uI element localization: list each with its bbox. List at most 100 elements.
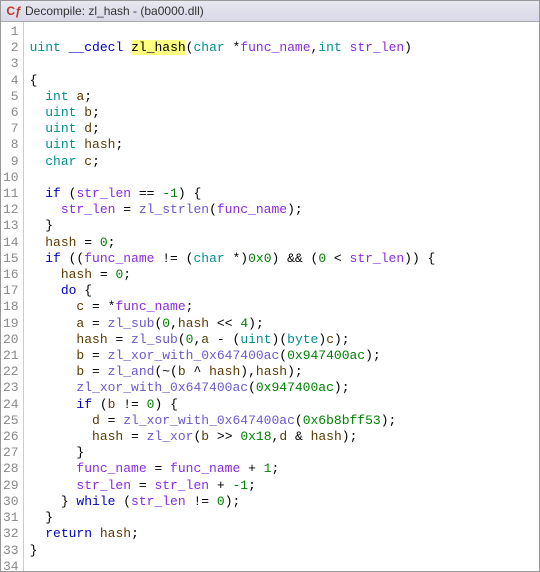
code-token: uint bbox=[45, 121, 76, 136]
code-token: a bbox=[201, 332, 209, 347]
code-line[interactable]: int a; bbox=[30, 89, 533, 105]
line-number: 2 bbox=[3, 40, 19, 56]
code-line[interactable]: hash = zl_xor(b >> 0x18,d & hash); bbox=[30, 429, 533, 445]
code-line[interactable]: } while (str_len != 0); bbox=[30, 494, 533, 510]
code-token: uint bbox=[30, 40, 61, 55]
code-token: b bbox=[201, 429, 209, 444]
code-token: char bbox=[45, 154, 76, 169]
code-token: hash bbox=[61, 267, 92, 282]
code-token bbox=[30, 235, 46, 250]
code-token bbox=[30, 105, 46, 120]
code-token: ; bbox=[248, 478, 256, 493]
code-line[interactable]: uint d; bbox=[30, 121, 533, 137]
line-number: 28 bbox=[3, 461, 19, 477]
code-line[interactable]: if ((func_name != (char *)0x0) && (0 < s… bbox=[30, 251, 533, 267]
code-line[interactable]: d = zl_xor_with_0x647400ac(0x6b8bff53); bbox=[30, 413, 533, 429]
titlebar[interactable]: Cƒ Decompile: zl_hash - (ba0000.dll) bbox=[1, 1, 539, 22]
code-token: == bbox=[131, 186, 162, 201]
code-token: str_len bbox=[350, 40, 405, 55]
code-token: != bbox=[115, 397, 146, 412]
code-line[interactable]: uint __cdecl zl_hash(char *func_name,int… bbox=[30, 40, 533, 56]
code-token: -1 bbox=[162, 186, 178, 201]
line-number: 11 bbox=[3, 186, 19, 202]
code-line[interactable]: } bbox=[30, 218, 533, 234]
code-token: hash bbox=[92, 429, 123, 444]
code-line[interactable]: { bbox=[30, 73, 533, 89]
code-line[interactable] bbox=[30, 24, 533, 40]
line-number: 33 bbox=[3, 543, 19, 559]
code-token: ( bbox=[248, 380, 256, 395]
code-token bbox=[30, 267, 61, 282]
code-line[interactable]: zl_xor_with_0x647400ac(0x947400ac); bbox=[30, 380, 533, 396]
code-line[interactable]: uint b; bbox=[30, 105, 533, 121]
code-pane[interactable]: uint __cdecl zl_hash(char *func_name,int… bbox=[24, 22, 539, 571]
code-token: ( bbox=[178, 332, 186, 347]
line-number: 15 bbox=[3, 251, 19, 267]
code-token: - ( bbox=[209, 332, 240, 347]
code-line[interactable]: } bbox=[30, 543, 533, 559]
code-token: str_len bbox=[154, 478, 209, 493]
code-token: hash bbox=[84, 137, 115, 152]
code-token: = bbox=[115, 202, 138, 217]
line-number: 24 bbox=[3, 397, 19, 413]
code-line[interactable]: uint hash; bbox=[30, 137, 533, 153]
code-token: } bbox=[30, 494, 77, 509]
code-token: ); bbox=[365, 348, 381, 363]
code-token: != bbox=[186, 494, 217, 509]
code-line[interactable]: hash = 0; bbox=[30, 235, 533, 251]
code-token: )( bbox=[272, 332, 288, 347]
code-line[interactable]: a = zl_sub(0,hash << 4); bbox=[30, 316, 533, 332]
code-token: d bbox=[84, 121, 92, 136]
code-token: ); bbox=[381, 413, 397, 428]
line-number: 27 bbox=[3, 445, 19, 461]
code-token: if bbox=[76, 397, 92, 412]
code-token: func_name bbox=[84, 251, 154, 266]
code-token: = bbox=[100, 413, 123, 428]
code-token bbox=[30, 348, 77, 363]
code-token: c bbox=[326, 332, 334, 347]
code-token: b bbox=[178, 364, 186, 379]
code-line[interactable]: b = zl_and(~(b ^ hash),hash); bbox=[30, 364, 533, 380]
code-line[interactable]: if (b != 0) { bbox=[30, 397, 533, 413]
code-line[interactable]: hash = 0; bbox=[30, 267, 533, 283]
code-token: } bbox=[30, 445, 85, 460]
code-line[interactable]: b = zl_xor_with_0x647400ac(0x947400ac); bbox=[30, 348, 533, 364]
code-token bbox=[30, 478, 77, 493]
code-token: 0x0 bbox=[248, 251, 271, 266]
code-token: str_len bbox=[76, 478, 131, 493]
line-number: 17 bbox=[3, 283, 19, 299]
code-token: ( bbox=[61, 186, 77, 201]
code-line[interactable]: do { bbox=[30, 283, 533, 299]
code-token: 0 bbox=[217, 494, 225, 509]
code-token bbox=[30, 397, 77, 412]
code-line[interactable]: } bbox=[30, 445, 533, 461]
code-token: ); bbox=[287, 202, 303, 217]
code-token bbox=[30, 89, 46, 104]
code-token: str_len bbox=[131, 494, 186, 509]
code-line[interactable]: str_len = zl_strlen(func_name); bbox=[30, 202, 533, 218]
code-token: int bbox=[45, 89, 68, 104]
code-line[interactable]: } bbox=[30, 510, 533, 526]
code-line[interactable]: if (str_len == -1) { bbox=[30, 186, 533, 202]
code-line[interactable]: char c; bbox=[30, 154, 533, 170]
code-token: < bbox=[326, 251, 349, 266]
code-line[interactable] bbox=[30, 559, 533, 571]
line-number: 9 bbox=[3, 154, 19, 170]
code-line[interactable] bbox=[30, 170, 533, 186]
code-token bbox=[30, 121, 46, 136]
code-line[interactable] bbox=[30, 56, 533, 72]
code-token bbox=[30, 526, 46, 541]
code-token: = bbox=[131, 478, 154, 493]
code-token: ) { bbox=[178, 186, 201, 201]
code-line[interactable]: func_name = func_name + 1; bbox=[30, 461, 533, 477]
code-line[interactable]: str_len = str_len + -1; bbox=[30, 478, 533, 494]
code-token: { bbox=[76, 283, 92, 298]
code-token: 0 bbox=[162, 316, 170, 331]
code-token: = * bbox=[84, 299, 115, 314]
code-token: ); bbox=[334, 380, 350, 395]
code-line[interactable]: return hash; bbox=[30, 526, 533, 542]
code-line[interactable]: c = *func_name; bbox=[30, 299, 533, 315]
line-number: 7 bbox=[3, 121, 19, 137]
code-line[interactable]: hash = zl_sub(0,a - (uint)(byte)c); bbox=[30, 332, 533, 348]
code-editor[interactable]: 1234567891011121314151617181920212223242… bbox=[1, 22, 539, 571]
